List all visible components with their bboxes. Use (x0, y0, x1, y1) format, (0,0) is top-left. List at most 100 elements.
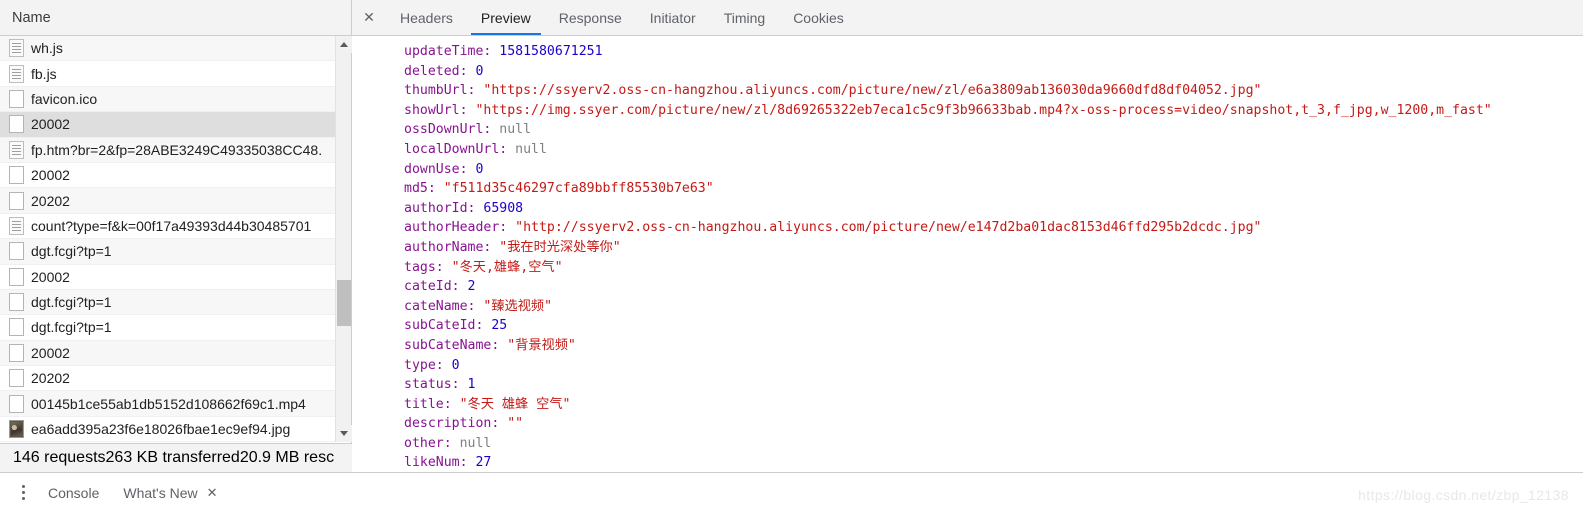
request-row[interactable]: count?type=f&k=00f17a49393d44b30485701 (0, 213, 336, 240)
json-key: status (404, 377, 452, 393)
scroll-down-arrow-icon[interactable] (336, 425, 352, 442)
json-line: md5: "f511d35c46297cfa89bbff85530b7e63" (404, 179, 1583, 199)
json-key: cateId (404, 279, 452, 295)
request-rows-viewport[interactable]: wh.js fb.js favicon.ico 20002 fp.htm?br=2&fp… (0, 36, 336, 442)
detail-tab-timing[interactable]: Timing (710, 0, 780, 35)
request-row-name: 20002 (31, 167, 70, 184)
image-thumbnail-icon (9, 420, 24, 439)
request-row[interactable]: dgt.fcgi?tp=1 (0, 289, 336, 316)
request-row[interactable]: 20002 (0, 162, 336, 189)
json-colon: : (427, 181, 444, 197)
request-row-name: fb.js (31, 65, 57, 82)
request-list-panel: Name wh.js fb.js favicon.ico 20002 fp.htm?br… (0, 0, 352, 472)
json-value: 0 (451, 357, 460, 373)
request-row[interactable]: 20002 (0, 264, 336, 290)
json-key: tags (404, 259, 436, 275)
request-row-name: dgt.fcgi?tp=1 (31, 319, 112, 336)
request-row[interactable]: dgt.fcgi?tp=1 (0, 315, 336, 341)
generic-file-icon (9, 369, 24, 388)
preview-json-viewer[interactable]: updateTime: 1581580671251 deleted: 0 thumb… (352, 36, 1583, 472)
json-line: type: 0 (404, 356, 1583, 376)
json-colon: : (435, 357, 452, 373)
network-status-bar: 146 requests 263 KB transferred 20.9 MB … (0, 443, 352, 472)
request-row[interactable]: fp.htm?br=2&fp=28ABE3249C49335038CC48. (0, 137, 336, 163)
request-list-scrollbar[interactable] (335, 36, 352, 442)
request-row[interactable]: 20202 (0, 366, 336, 392)
close-detail-icon[interactable]: ✕ (352, 0, 386, 35)
json-colon: : (475, 318, 492, 334)
request-row-name: count?type=f&k=00f17a49393d44b30485701 (31, 217, 312, 234)
page-watermark: https://blog.csdn.net/zbp_12138 (1358, 487, 1569, 503)
json-colon: : (459, 63, 476, 79)
json-key: updateTime (404, 44, 484, 59)
drawer-tab-what-s-new[interactable]: What's New ✕ (123, 485, 217, 501)
detail-tab-response[interactable]: Response (545, 0, 636, 35)
json-value: 2 (467, 279, 476, 295)
request-row[interactable]: favicon.ico (0, 86, 336, 113)
request-row[interactable]: 00145b1ce55ab1db5152d108662f69c1.mp4 (0, 391, 336, 417)
request-row[interactable]: 20202 (0, 188, 336, 214)
generic-file-icon (9, 293, 24, 312)
script-file-icon (9, 216, 24, 235)
detail-tab-initiator[interactable]: Initiator (636, 0, 710, 35)
json-colon: : (467, 298, 484, 314)
detail-tab-preview[interactable]: Preview (467, 0, 545, 35)
json-line: status: 1 (404, 375, 1583, 395)
drawer-tab-console[interactable]: Console (48, 485, 99, 501)
json-line: title: "冬天 雄蜂 空气" (404, 395, 1583, 415)
json-line: showUrl: "https://img.ssyer.com/picture/… (404, 101, 1583, 121)
request-row[interactable]: 20002 (0, 112, 336, 138)
request-row[interactable]: 20002 (0, 340, 336, 367)
generic-file-icon (9, 166, 24, 185)
json-line: authorId: 65908 (404, 199, 1583, 219)
json-line: likeNum: 27 (404, 453, 1583, 472)
detail-tab-cookies[interactable]: Cookies (779, 0, 858, 35)
json-key: cateName (404, 298, 468, 314)
column-header-name[interactable]: Name (12, 10, 51, 26)
json-colon: : (435, 259, 452, 275)
status-requests-count: 146 requests (13, 449, 106, 466)
status-resources-size: 20.9 MB resc (239, 449, 335, 466)
drawer-tab-label: Console (48, 484, 100, 501)
console-drawer: Console What's New ✕ (0, 472, 1583, 512)
request-row[interactable]: dgt.fcgi?tp=1 (0, 239, 336, 265)
request-row[interactable]: fb.js (0, 61, 336, 87)
request-row-name: 20002 (31, 268, 70, 285)
json-key: authorHeader (404, 220, 500, 236)
json-key: deleted (404, 63, 460, 79)
json-colon: : (483, 239, 500, 255)
json-key: ossDownUrl (404, 122, 484, 138)
json-value: "我在时光深处等你" (499, 239, 621, 255)
status-transferred-size: 263 KB transferred (105, 449, 240, 466)
json-value: 27 (475, 455, 492, 471)
more-options-icon[interactable] (12, 482, 34, 504)
json-line: subCateId: 25 (404, 316, 1583, 336)
request-row[interactable]: wh.js (0, 36, 336, 62)
request-row[interactable]: ea6add395a23f6e18026fbae1ec9ef94.jpg (0, 416, 336, 442)
json-key: downUse (404, 161, 460, 177)
request-row-name: dgt.fcgi?tp=1 (31, 243, 112, 260)
json-key: likeNum (404, 455, 460, 471)
json-key: md5 (404, 181, 428, 197)
generic-file-icon (9, 242, 24, 261)
drawer-tab-close-icon[interactable]: ✕ (207, 485, 218, 501)
json-colon: : (467, 200, 484, 216)
json-key: description (404, 416, 492, 432)
request-row-name: ea6add395a23f6e18026fbae1ec9ef94.jpg (31, 421, 291, 438)
json-value: 65908 (483, 200, 524, 216)
request-row-name: favicon.ico (31, 90, 98, 107)
json-line: description: "" (404, 414, 1583, 434)
detail-tab-headers[interactable]: Headers (386, 0, 467, 35)
json-colon: : (483, 122, 500, 138)
request-row-name: wh.js (31, 40, 63, 57)
generic-file-icon (9, 394, 24, 413)
json-line: authorName: "我在时光深处等你" (404, 238, 1583, 258)
json-value: "f511d35c46297cfa89bbff85530b7e63" (443, 181, 714, 197)
scroll-up-arrow-icon[interactable] (336, 36, 352, 53)
scrollbar-thumb[interactable] (337, 280, 351, 326)
json-key: authorName (404, 239, 484, 255)
json-value: "臻选视频" (483, 298, 553, 314)
request-row-name: 00145b1ce55ab1db5152d108662f69c1.mp4 (31, 395, 306, 412)
json-value: 1 (467, 377, 476, 393)
request-row-name: 20002 (31, 116, 70, 133)
